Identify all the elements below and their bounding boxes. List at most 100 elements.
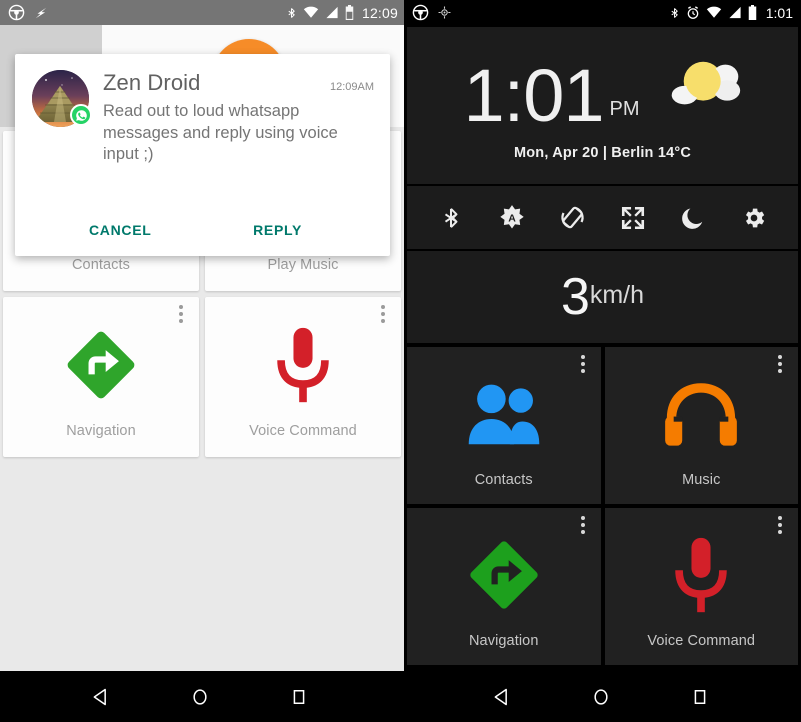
speed-value: 3 (560, 268, 590, 326)
tile-navigation-dark[interactable]: Navigation (407, 508, 601, 665)
android-auto-dual-screenshot: 12:09 Contacts Play Music Navigation Voi… (0, 0, 801, 722)
lightning-bolt-icon (35, 7, 47, 18)
play-music-headphones-icon (658, 368, 744, 460)
back-button-right[interactable] (481, 676, 523, 718)
settings-gear-icon (745, 208, 764, 227)
tile-overflow-menu-voice-command[interactable] (376, 305, 390, 323)
bluetooth-icon (288, 7, 295, 18)
recents-button-right[interactable] (679, 676, 721, 718)
recents-square-icon (293, 689, 305, 704)
home-circle-icon (594, 688, 608, 705)
tile-label: Voice Command (647, 632, 756, 649)
system-navigation-bar (0, 671, 801, 722)
tile-overflow-menu-navigation-dark[interactable] (576, 516, 590, 534)
wifi-icon (706, 6, 721, 18)
recents-button-left[interactable] (278, 676, 320, 718)
left-light-panel: 12:09 Contacts Play Music Navigation Voi… (0, 0, 404, 671)
notification-card[interactable]: Zen Droid 12:09AM Read out to loud whats… (15, 54, 390, 256)
back-button-left[interactable] (80, 676, 122, 718)
tile-voice-command-dark[interactable]: Voice Command (604, 508, 798, 665)
tile-label: Navigation (468, 632, 539, 649)
notification-actions: CANCEL REPLY (15, 196, 390, 256)
bluetooth-icon (671, 7, 678, 18)
tile-label: Music (682, 471, 721, 488)
signal-icon (326, 6, 338, 19)
right-dark-panel: 1:01 1:01 PM Mon, Apr 20 | Berlin 14°C A… (404, 0, 801, 671)
right-status-bar: 1:01 (404, 0, 801, 25)
battery-icon (345, 5, 354, 20)
right-status-time: 1:01 (765, 4, 793, 21)
steering-wheel-icon (8, 4, 25, 21)
quick-setting-settings[interactable] (734, 198, 774, 238)
home-button-left[interactable] (179, 676, 221, 718)
cancel-button[interactable]: CANCEL (79, 218, 162, 242)
clock-row: 1:01 PM (407, 50, 798, 137)
microphone-icon (670, 529, 732, 621)
left-status-bar: 12:09 (0, 0, 404, 25)
battery-icon (748, 5, 756, 20)
left-panel-content: Contacts Play Music Navigation Voice Com… (0, 25, 404, 671)
speed-card: 3 km/h (407, 251, 798, 343)
steering-wheel-icon (412, 4, 429, 21)
right-tile-grid: Contacts Music Navigation Voice Command (407, 347, 798, 665)
back-triangle-icon (494, 688, 507, 705)
quick-setting-bluetooth[interactable] (431, 198, 471, 238)
back-triangle-icon (93, 688, 107, 705)
quick-setting-night-mode[interactable] (673, 198, 713, 238)
signal-icon (729, 6, 741, 19)
tile-navigation[interactable]: Navigation (3, 297, 199, 457)
wifi-icon (303, 6, 319, 18)
nav-bar-left (0, 671, 401, 722)
tile-label: Contacts (474, 471, 533, 488)
quick-setting-fullscreen[interactable] (613, 198, 653, 238)
auto-brightness-icon: A (500, 204, 524, 228)
panels-container: 12:09 Contacts Play Music Navigation Voi… (0, 0, 801, 671)
nav-bar-right (401, 671, 801, 722)
tile-voice-command[interactable]: Voice Command (205, 297, 401, 457)
quick-setting-auto-rotate[interactable] (552, 198, 592, 238)
avatar (32, 70, 92, 127)
bluetooth-icon (445, 207, 458, 228)
tile-label: Navigation (66, 423, 136, 439)
clock-meridiem: PM (609, 98, 640, 120)
tile-overflow-menu-navigation[interactable] (174, 305, 188, 323)
notification-header: Zen Droid 12:09AM (103, 70, 374, 96)
svg-text:A: A (508, 212, 516, 224)
night-mode-moon-icon (682, 207, 703, 229)
alarm-icon (687, 5, 699, 19)
right-status-bar-right-icons: 1:01 (669, 5, 793, 21)
tile-overflow-menu-music-dark[interactable] (773, 355, 787, 373)
partly-sunny-icon (640, 56, 742, 131)
left-status-bar-left-icons (8, 4, 48, 21)
notification-body: Zen Droid 12:09AM Read out to loud whats… (15, 54, 390, 166)
home-button-right[interactable] (580, 676, 622, 718)
clock-subtitle: Mon, Apr 20 | Berlin 14°C (513, 145, 692, 161)
microphone-icon (272, 319, 334, 411)
left-status-bar-right-icons: 12:09 (286, 5, 398, 21)
notification-timestamp: 12:09AM (329, 81, 374, 93)
clock-inner: 1:01 PM Mon, Apr 20 | Berlin 14°C (407, 50, 798, 161)
reply-button[interactable]: REPLY (243, 218, 312, 242)
quick-settings-row: A (407, 186, 798, 249)
speed-unit: km/h (589, 281, 645, 309)
quick-setting-auto-brightness[interactable]: A (492, 198, 532, 238)
auto-rotate-icon (561, 206, 584, 229)
gps-target-icon (438, 6, 451, 19)
navigation-diamond-icon (62, 319, 140, 411)
recents-square-icon (694, 689, 705, 704)
tile-music-dark[interactable]: Music (604, 347, 798, 504)
clock-time: 1:01 (463, 53, 604, 137)
notification-text: Zen Droid 12:09AM Read out to loud whats… (89, 70, 374, 166)
clock-weather-card[interactable]: 1:01 PM Mon, Apr 20 | Berlin 14°C (407, 27, 798, 184)
contacts-icon (462, 368, 546, 460)
tile-overflow-menu-contacts-dark[interactable] (576, 355, 590, 373)
fullscreen-icon (621, 206, 644, 229)
tile-contacts-dark[interactable]: Contacts (407, 347, 601, 504)
tile-overflow-menu-voice-command-dark[interactable] (773, 516, 787, 534)
tile-label: Voice Command (249, 423, 357, 439)
right-status-bar-left-icons (412, 4, 451, 21)
tile-label: Contacts (71, 257, 131, 273)
notification-message: Read out to loud whatsapp messages and r… (103, 102, 338, 163)
whatsapp-icon (70, 104, 92, 126)
notification-title: Zen Droid (103, 70, 201, 95)
